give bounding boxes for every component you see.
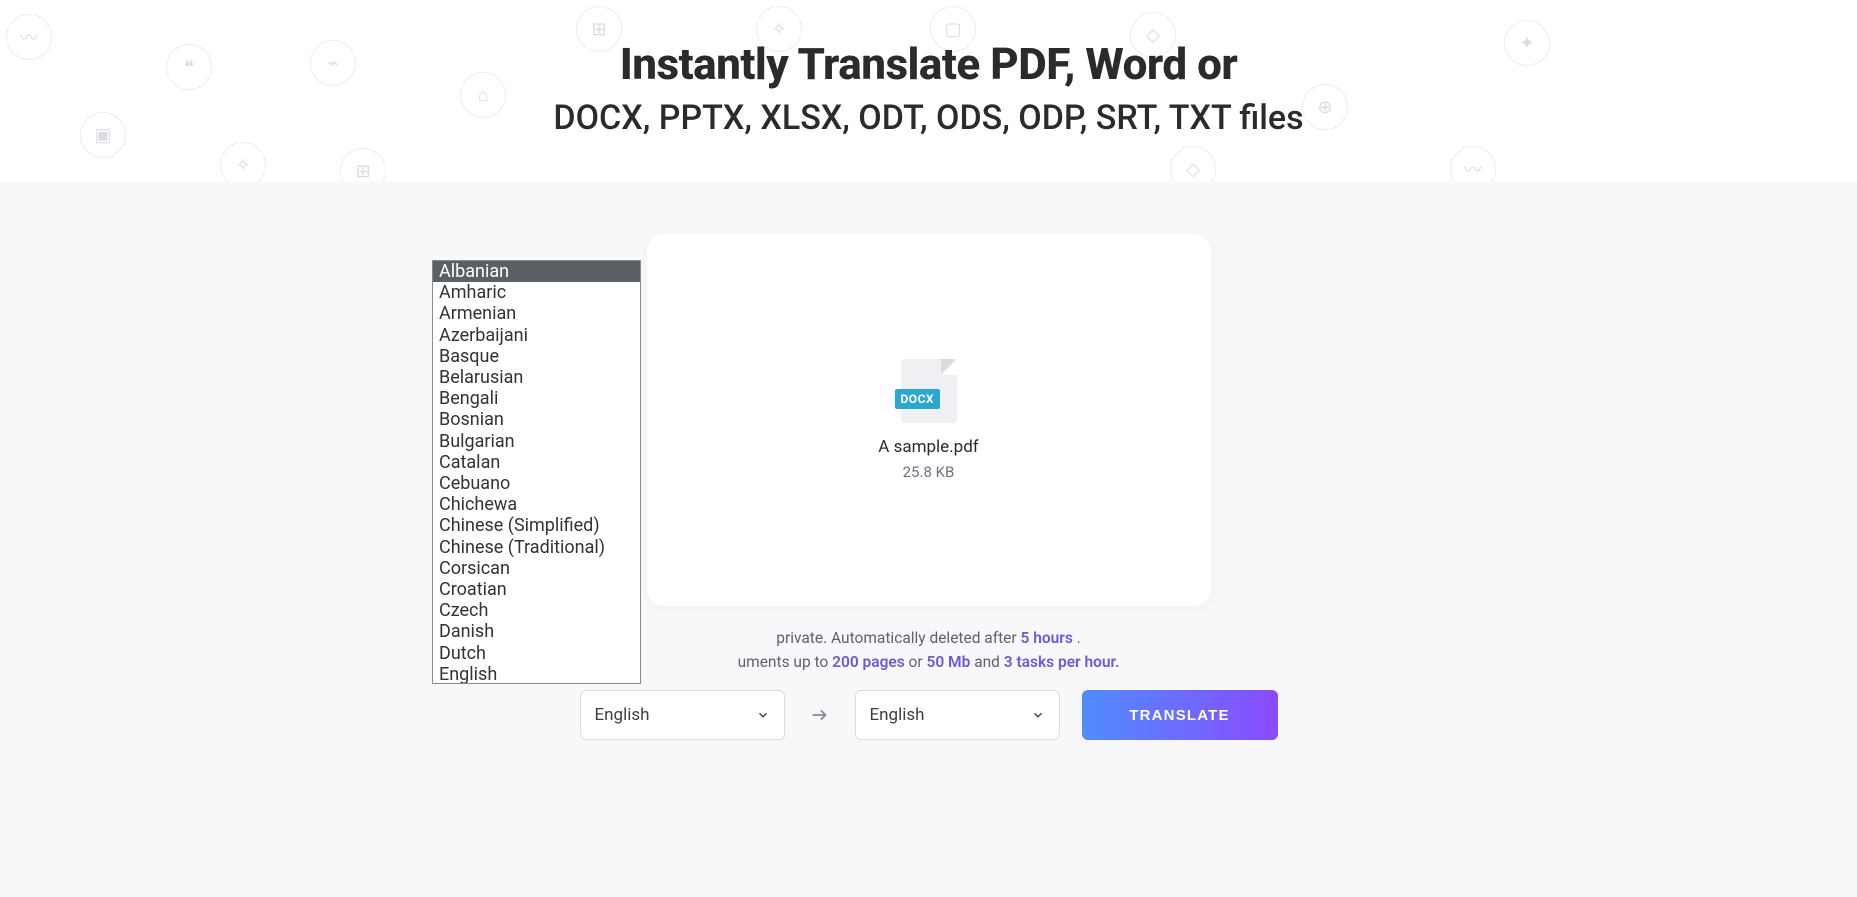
language-option[interactable]: Czech bbox=[433, 600, 640, 621]
target-language-value: English bbox=[870, 705, 925, 725]
language-option[interactable]: Basque bbox=[433, 346, 640, 367]
document-icon: DOCX bbox=[901, 359, 957, 423]
hero-section: Instantly Translate PDF, Word or DOCX, P… bbox=[0, 0, 1857, 138]
language-option[interactable]: Amharic bbox=[433, 282, 640, 303]
language-option[interactable]: Corsican bbox=[433, 558, 640, 579]
uploaded-file[interactable]: DOCX A sample.pdf 25.8 KB bbox=[878, 359, 978, 481]
language-option[interactable]: Chinese (Simplified) bbox=[433, 515, 640, 536]
translate-button[interactable]: TRANSLATE bbox=[1082, 690, 1278, 740]
target-language-select[interactable]: English bbox=[855, 690, 1060, 740]
hero-title-line2: DOCX, PPTX, XLSX, ODT, ODS, ODP, SRT, TX… bbox=[0, 98, 1857, 138]
source-language-select[interactable]: English bbox=[580, 690, 785, 740]
privacy-note: private. Automatically deleted after 5 h… bbox=[579, 626, 1279, 674]
language-option[interactable]: Dutch bbox=[433, 643, 640, 664]
language-option[interactable]: English bbox=[433, 664, 640, 684]
chevron-down-icon bbox=[1031, 708, 1045, 722]
language-option[interactable]: Azerbaijani bbox=[433, 325, 640, 346]
hero-title-line1: Instantly Translate PDF, Word or bbox=[0, 38, 1857, 90]
language-option[interactable]: Bengali bbox=[433, 388, 640, 409]
language-option[interactable]: Catalan bbox=[433, 452, 640, 473]
privacy-text: private. Automatically deleted after bbox=[776, 629, 1020, 647]
privacy-pages: 200 pages bbox=[832, 653, 905, 671]
privacy-tasks: 3 tasks per hour. bbox=[1004, 653, 1120, 671]
language-option[interactable]: Cebuano bbox=[433, 473, 640, 494]
language-option[interactable]: Armenian bbox=[433, 303, 640, 324]
language-option[interactable]: Belarusian bbox=[433, 367, 640, 388]
controls-row: English English TRANSLATE bbox=[580, 690, 1278, 740]
privacy-hours: 5 hours bbox=[1021, 629, 1073, 647]
language-option[interactable]: Bulgarian bbox=[433, 431, 640, 452]
file-name: A sample.pdf bbox=[878, 437, 978, 457]
language-option[interactable]: Chichewa bbox=[433, 494, 640, 515]
language-option[interactable]: Danish bbox=[433, 621, 640, 642]
language-option[interactable]: Albanian bbox=[433, 261, 640, 282]
source-language-listbox[interactable]: AlbanianAmharicArmenianAzerbaijaniBasque… bbox=[432, 260, 641, 684]
language-option[interactable]: Bosnian bbox=[433, 409, 640, 430]
workspace-area: DOCX A sample.pdf 25.8 KB private. Autom… bbox=[0, 182, 1857, 897]
file-size: 25.8 KB bbox=[878, 463, 978, 481]
privacy-size: 50 Mb bbox=[927, 653, 971, 671]
source-language-value: English bbox=[595, 705, 650, 725]
file-type-badge: DOCX bbox=[895, 389, 941, 409]
language-option[interactable]: Chinese (Traditional) bbox=[433, 537, 640, 558]
language-option[interactable]: Croatian bbox=[433, 579, 640, 600]
arrow-right-icon bbox=[807, 702, 833, 728]
upload-card: DOCX A sample.pdf 25.8 KB bbox=[647, 234, 1211, 606]
chevron-down-icon bbox=[756, 708, 770, 722]
